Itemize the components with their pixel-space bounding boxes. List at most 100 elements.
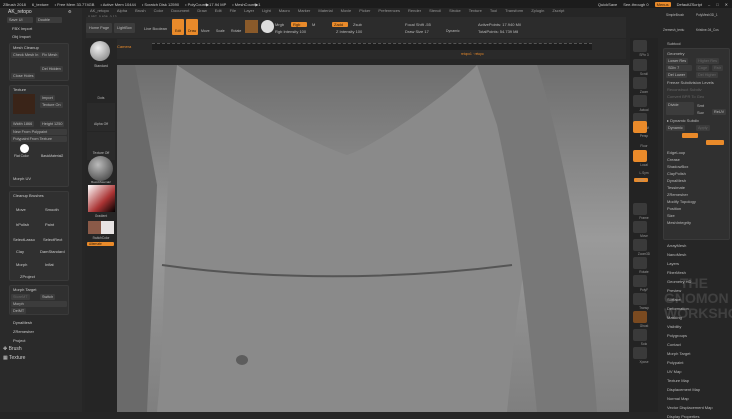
default-zscript-button[interactable]: DefaultZScript [677, 2, 702, 7]
surface-menu[interactable]: Surface [667, 297, 681, 302]
uv-map-menu[interactable]: UV Map [667, 369, 681, 374]
normal-map-menu[interactable]: Normal Map [667, 396, 689, 401]
obj-import-button[interactable]: Obj Import [12, 34, 31, 39]
brush-selectrect[interactable]: SelectRect [43, 237, 62, 242]
dynamic-subdiv-button[interactable]: Dynamic [666, 125, 685, 131]
arraymesh-menu[interactable]: ArrayMesh [667, 243, 686, 248]
menu-picker[interactable]: Picker [359, 8, 370, 15]
position-item[interactable]: Position [667, 206, 681, 211]
timeline[interactable]: Camera retopo1 · retopo [86, 39, 626, 59]
suv-toggle[interactable]: Suv [697, 110, 704, 115]
layers-menu[interactable]: Layers [667, 261, 679, 266]
transp-icon[interactable] [633, 293, 647, 305]
cage-button[interactable]: Cage [696, 65, 710, 71]
dynamic-subdiv-header[interactable]: ▸ Dynamic Subdiv [667, 118, 699, 123]
displacement-map-menu[interactable]: Displacement Map [667, 387, 700, 392]
zoom3d-icon[interactable] [633, 239, 647, 251]
check-mesh-button[interactable]: Check Mesh In [11, 52, 41, 58]
higher-res-button[interactable]: Higher Res [696, 58, 719, 64]
edgeloop-item[interactable]: EdgeLoop [667, 150, 685, 155]
edit-button[interactable]: Edit [172, 19, 184, 35]
del-lower-button[interactable]: Del Lower [666, 72, 688, 78]
m-button[interactable]: M [312, 22, 315, 27]
main-color-swatch[interactable] [88, 221, 101, 234]
brush-hpolish[interactable]: hPolish [16, 222, 29, 227]
del-hidden-button[interactable]: Del Hidden [40, 66, 63, 72]
polygroups-menu[interactable]: Polygroups [667, 333, 687, 338]
del-higher-button[interactable]: Del Higher [696, 72, 718, 78]
rgb-intensity-slider[interactable]: Rgb Intensity 100 [275, 29, 306, 34]
delmt-button[interactable]: DelMT [11, 308, 27, 314]
close-holes-button[interactable]: Close Holes [11, 73, 36, 79]
storemt-button[interactable]: StoreMT [11, 294, 30, 300]
menu-document[interactable]: Document [171, 8, 189, 15]
dynamic-subdiv-option[interactable] [682, 133, 698, 138]
move-icon[interactable] [633, 221, 647, 233]
brush-damstandard[interactable]: DamStandard [40, 249, 65, 254]
preview-menu[interactable]: Preview [667, 288, 681, 293]
claypolish-item[interactable]: ClayPolish [667, 171, 686, 176]
polyf-icon[interactable] [633, 275, 647, 287]
rotate-icon[interactable] [633, 257, 647, 269]
menu-ak-retopo[interactable]: AK_retopo [90, 8, 109, 15]
crease-item[interactable]: Crease [667, 157, 680, 162]
menu-transform[interactable]: Transform [505, 8, 523, 15]
menu-render[interactable]: Render [408, 8, 421, 15]
deformation-menu[interactable]: Deformation [667, 306, 689, 311]
apply-button[interactable]: Apply [696, 125, 710, 131]
menu-zscript[interactable]: Zscript [552, 8, 564, 15]
rgb-button[interactable]: Rgb [291, 22, 307, 27]
brush-smooth[interactable]: Smooth [45, 207, 59, 212]
menu-draw[interactable]: Draw [197, 8, 206, 15]
ghost-icon[interactable] [633, 311, 647, 323]
dynamesh-button[interactable]: DynaMesh [13, 320, 32, 325]
fibermesh-menu[interactable]: FiberMesh [667, 270, 686, 275]
width-slider[interactable]: Width 1866 [11, 121, 35, 127]
menu-movie[interactable]: Movie [341, 8, 352, 15]
double-button[interactable]: Double [36, 17, 62, 23]
zsub-button[interactable]: Zsub [353, 22, 362, 27]
morph-uv-button[interactable]: Morph UV [13, 176, 31, 181]
reuv-button[interactable]: ReUV [712, 109, 727, 115]
menu-tool[interactable]: Tool [490, 8, 497, 15]
masking-menu[interactable]: Masking [667, 315, 682, 320]
modify-topology-item[interactable]: Modify Topology [667, 199, 696, 204]
meshintegrity-item[interactable]: MeshIntegrity [667, 220, 691, 225]
polypaint-from-texture-button[interactable]: Polypaint From Texture [11, 136, 67, 142]
brush-thumbnail[interactable] [90, 41, 110, 61]
stroke-label[interactable]: Dots [85, 96, 117, 100]
tool-kristine[interactable]: Kristine-04_Cos [696, 28, 719, 32]
canvas-viewport[interactable] [117, 65, 629, 412]
maximize-icon[interactable]: □ [716, 2, 718, 7]
material-icon[interactable] [245, 20, 258, 33]
stroke-icon[interactable] [261, 20, 274, 33]
menu-material[interactable]: Material [318, 8, 332, 15]
move-button[interactable]: Move [201, 29, 210, 33]
nanomesh-menu[interactable]: NanoMesh [667, 252, 686, 257]
size-item[interactable]: Size [667, 213, 675, 218]
brush-menu[interactable]: ✥ Brush [3, 346, 22, 352]
sdiv-slider[interactable]: SDiv 7 [666, 65, 692, 71]
zremesher-item[interactable]: ZRemesher [667, 192, 688, 197]
lightbox-button[interactable]: LightBox [114, 23, 135, 33]
vector-displacement-map-menu[interactable]: Vector Displacement Map [667, 405, 713, 410]
texture-import-button[interactable]: Import [40, 95, 55, 101]
switch-button[interactable]: Switch [40, 294, 56, 300]
alpha-slot[interactable] [87, 103, 115, 131]
brush-inflat[interactable]: Inflat [45, 262, 54, 267]
freeze-subdivision-button[interactable]: Freeze Subdivision Levels [667, 80, 714, 85]
zoom-icon[interactable] [633, 77, 647, 89]
polypaint-menu[interactable]: Polypaint [667, 360, 683, 365]
alternate-button[interactable]: Alternate [87, 242, 114, 246]
rstr-button[interactable]: Rstr [712, 65, 723, 71]
menu-preferences[interactable]: Preferences [378, 8, 400, 15]
xpose-icon[interactable] [633, 347, 647, 359]
flat-color-swatch[interactable] [20, 144, 29, 153]
mrgb-button[interactable]: Mrgb [275, 22, 284, 27]
menu-brush[interactable]: Brush [135, 8, 145, 15]
menu-macro[interactable]: Macro [279, 8, 290, 15]
spix-label[interactable]: SPix 3 [630, 53, 658, 57]
actual-icon[interactable] [633, 95, 647, 107]
tool-zremesh-texture[interactable]: Zremesh_textu [663, 28, 684, 32]
smt-toggle[interactable]: Smt [697, 103, 704, 108]
